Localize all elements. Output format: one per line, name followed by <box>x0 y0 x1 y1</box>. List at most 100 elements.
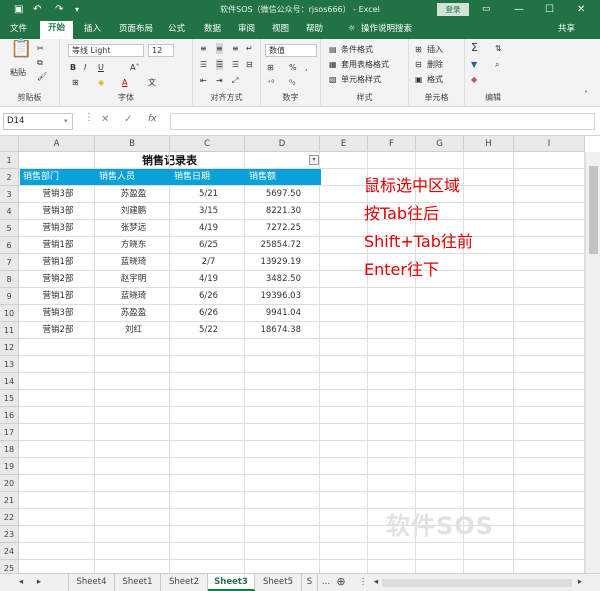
column-header[interactable]: B <box>95 136 170 152</box>
row-header[interactable]: 16 <box>0 407 19 424</box>
find-select-icon[interactable]: ⌕ <box>495 59 499 70</box>
increase-decimal-icon[interactable]: ⁺⁰ <box>267 77 274 88</box>
name-box[interactable]: D14 <box>3 113 73 130</box>
prev-sheet-icon[interactable]: ◂ <box>14 574 28 591</box>
tab-page-layout[interactable]: 页面布局 <box>119 23 153 35</box>
close-button[interactable]: ✕ <box>577 3 585 16</box>
table-header-cell[interactable]: 销售部门 <box>20 169 96 185</box>
table-cell[interactable]: 营销1部 <box>20 237 96 254</box>
row-header[interactable]: 3 <box>0 186 19 203</box>
table-cell[interactable]: 4/19 <box>171 271 246 288</box>
maximize-button[interactable]: ☐ <box>545 3 554 16</box>
more-sheets-icon[interactable]: … <box>320 574 332 591</box>
filter-dropdown-icon[interactable]: ▾ <box>309 155 319 165</box>
table-cell[interactable]: 3/15 <box>171 203 246 220</box>
decrease-decimal-icon[interactable]: ⁰₀ <box>289 77 295 88</box>
sheet-tab-overflow[interactable]: S <box>302 574 318 591</box>
align-center-icon[interactable]: ☰ <box>216 59 224 70</box>
orientation-icon[interactable]: ⤢ <box>232 75 238 86</box>
table-header-cell[interactable]: 销售额 <box>246 169 321 185</box>
cut-icon[interactable]: ✂ <box>37 43 44 54</box>
table-cell[interactable]: 营销3部 <box>20 220 96 237</box>
italic-button[interactable]: I <box>84 62 86 73</box>
sheet-tab-sheet5[interactable]: Sheet5 <box>255 574 302 591</box>
fill-color-icon[interactable]: ◈ <box>98 77 104 88</box>
formula-input[interactable] <box>170 113 595 130</box>
phonetic-icon[interactable]: 文 <box>148 77 156 88</box>
table-cell[interactable]: 营销3部 <box>20 203 96 220</box>
tab-view[interactable]: 视图 <box>272 23 289 35</box>
sheet-tab-sheet3[interactable]: Sheet3 <box>208 574 255 591</box>
table-cell[interactable]: 6/25 <box>171 237 246 254</box>
table-cell[interactable]: 刘红 <box>96 322 171 339</box>
percent-icon[interactable]: % <box>289 62 297 73</box>
select-all-corner[interactable] <box>0 136 19 152</box>
table-cell[interactable]: 营销2部 <box>20 322 96 339</box>
vertical-scroll-thumb[interactable] <box>589 166 598 254</box>
decrease-indent-icon[interactable]: ⇤ <box>200 75 207 86</box>
sort-filter-icon[interactable]: ⇅ <box>495 43 502 54</box>
column-header[interactable]: D <box>245 136 320 152</box>
table-cell[interactable]: 5/22 <box>171 322 246 339</box>
sheet-tab-sheet1[interactable]: Sheet1 <box>115 574 161 591</box>
increase-font-icon[interactable]: A˄ <box>130 62 139 73</box>
tab-review[interactable]: 审阅 <box>238 23 255 35</box>
table-cell[interactable]: 蓝晓琦 <box>96 254 171 271</box>
table-cell[interactable]: 6/26 <box>171 288 246 305</box>
row-header[interactable]: 18 <box>0 441 19 458</box>
delete-cells-button[interactable]: 删除 <box>427 59 443 70</box>
table-cell[interactable]: 蓝晓琦 <box>96 288 171 305</box>
next-sheet-icon[interactable]: ▸ <box>32 574 46 591</box>
clear-icon[interactable]: ◆ <box>471 74 477 85</box>
tab-help[interactable]: 帮助 <box>306 23 323 35</box>
align-left-icon[interactable]: ☰ <box>200 59 207 70</box>
column-header[interactable]: E <box>320 136 368 152</box>
ribbon-display-icon[interactable]: ▭ <box>482 3 491 16</box>
row-header[interactable]: 11 <box>0 322 19 339</box>
row-header[interactable]: 17 <box>0 424 19 441</box>
table-cell[interactable]: 18674.38 <box>246 322 321 339</box>
align-middle-icon[interactable]: ≡ <box>216 43 223 54</box>
tab-split-icon[interactable]: ⋮ <box>358 574 368 591</box>
insert-cells-button[interactable]: 插入 <box>427 44 443 55</box>
increase-indent-icon[interactable]: ⇥ <box>216 75 223 86</box>
row-header[interactable]: 10 <box>0 305 19 322</box>
table-cell[interactable]: 5697.50 <box>246 186 321 203</box>
row-header[interactable]: 6 <box>0 237 19 254</box>
row-header[interactable]: 21 <box>0 492 19 509</box>
row-header[interactable]: 23 <box>0 526 19 543</box>
tab-insert[interactable]: 插入 <box>84 23 101 35</box>
login-button[interactable]: 登录 <box>437 3 469 16</box>
table-cell[interactable]: 苏盈盈 <box>96 186 171 203</box>
align-bottom-icon[interactable]: ≡ <box>232 43 239 54</box>
format-as-table-button[interactable]: 套用表格格式 <box>341 59 389 70</box>
copy-icon[interactable]: ⧉ <box>37 57 43 68</box>
scroll-left-icon[interactable]: ◂ <box>370 574 382 591</box>
table-cell[interactable]: 9941.04 <box>246 305 321 322</box>
table-cell[interactable]: 5/21 <box>171 186 246 203</box>
vertical-scrollbar[interactable] <box>585 152 600 573</box>
row-header[interactable]: 20 <box>0 475 19 492</box>
row-header[interactable]: 13 <box>0 356 19 373</box>
accounting-format-icon[interactable]: ⊞ <box>267 62 274 73</box>
worksheet-grid[interactable]: 销售记录表 ▾ ABCDEFGHI12345678910111213141516… <box>0 136 600 573</box>
row-header[interactable]: 19 <box>0 458 19 475</box>
confirm-entry-icon[interactable]: ✓ <box>124 114 132 125</box>
row-header[interactable]: 15 <box>0 390 19 407</box>
format-painter-icon[interactable]: 🖌 <box>37 71 47 82</box>
autosum-icon[interactable]: Σ <box>471 42 478 53</box>
table-cell[interactable]: 7272.25 <box>246 220 321 237</box>
format-cells-button[interactable]: 格式 <box>427 74 443 85</box>
table-header-cell[interactable]: 销售人员 <box>96 169 171 185</box>
column-header[interactable]: I <box>514 136 585 152</box>
row-header[interactable]: 12 <box>0 339 19 356</box>
table-cell[interactable]: 刘建鹏 <box>96 203 171 220</box>
fill-icon[interactable]: ▼ <box>471 59 477 70</box>
row-header[interactable]: 14 <box>0 373 19 390</box>
row-header[interactable]: 2 <box>0 169 19 186</box>
name-box-dropdown-icon[interactable]: ▾ <box>64 117 68 125</box>
delete-cells-icon[interactable]: ⊟ <box>415 59 422 70</box>
conditional-format-button[interactable]: 条件格式 <box>341 44 373 55</box>
row-header[interactable]: 25 <box>0 560 19 573</box>
column-header[interactable]: C <box>170 136 245 152</box>
